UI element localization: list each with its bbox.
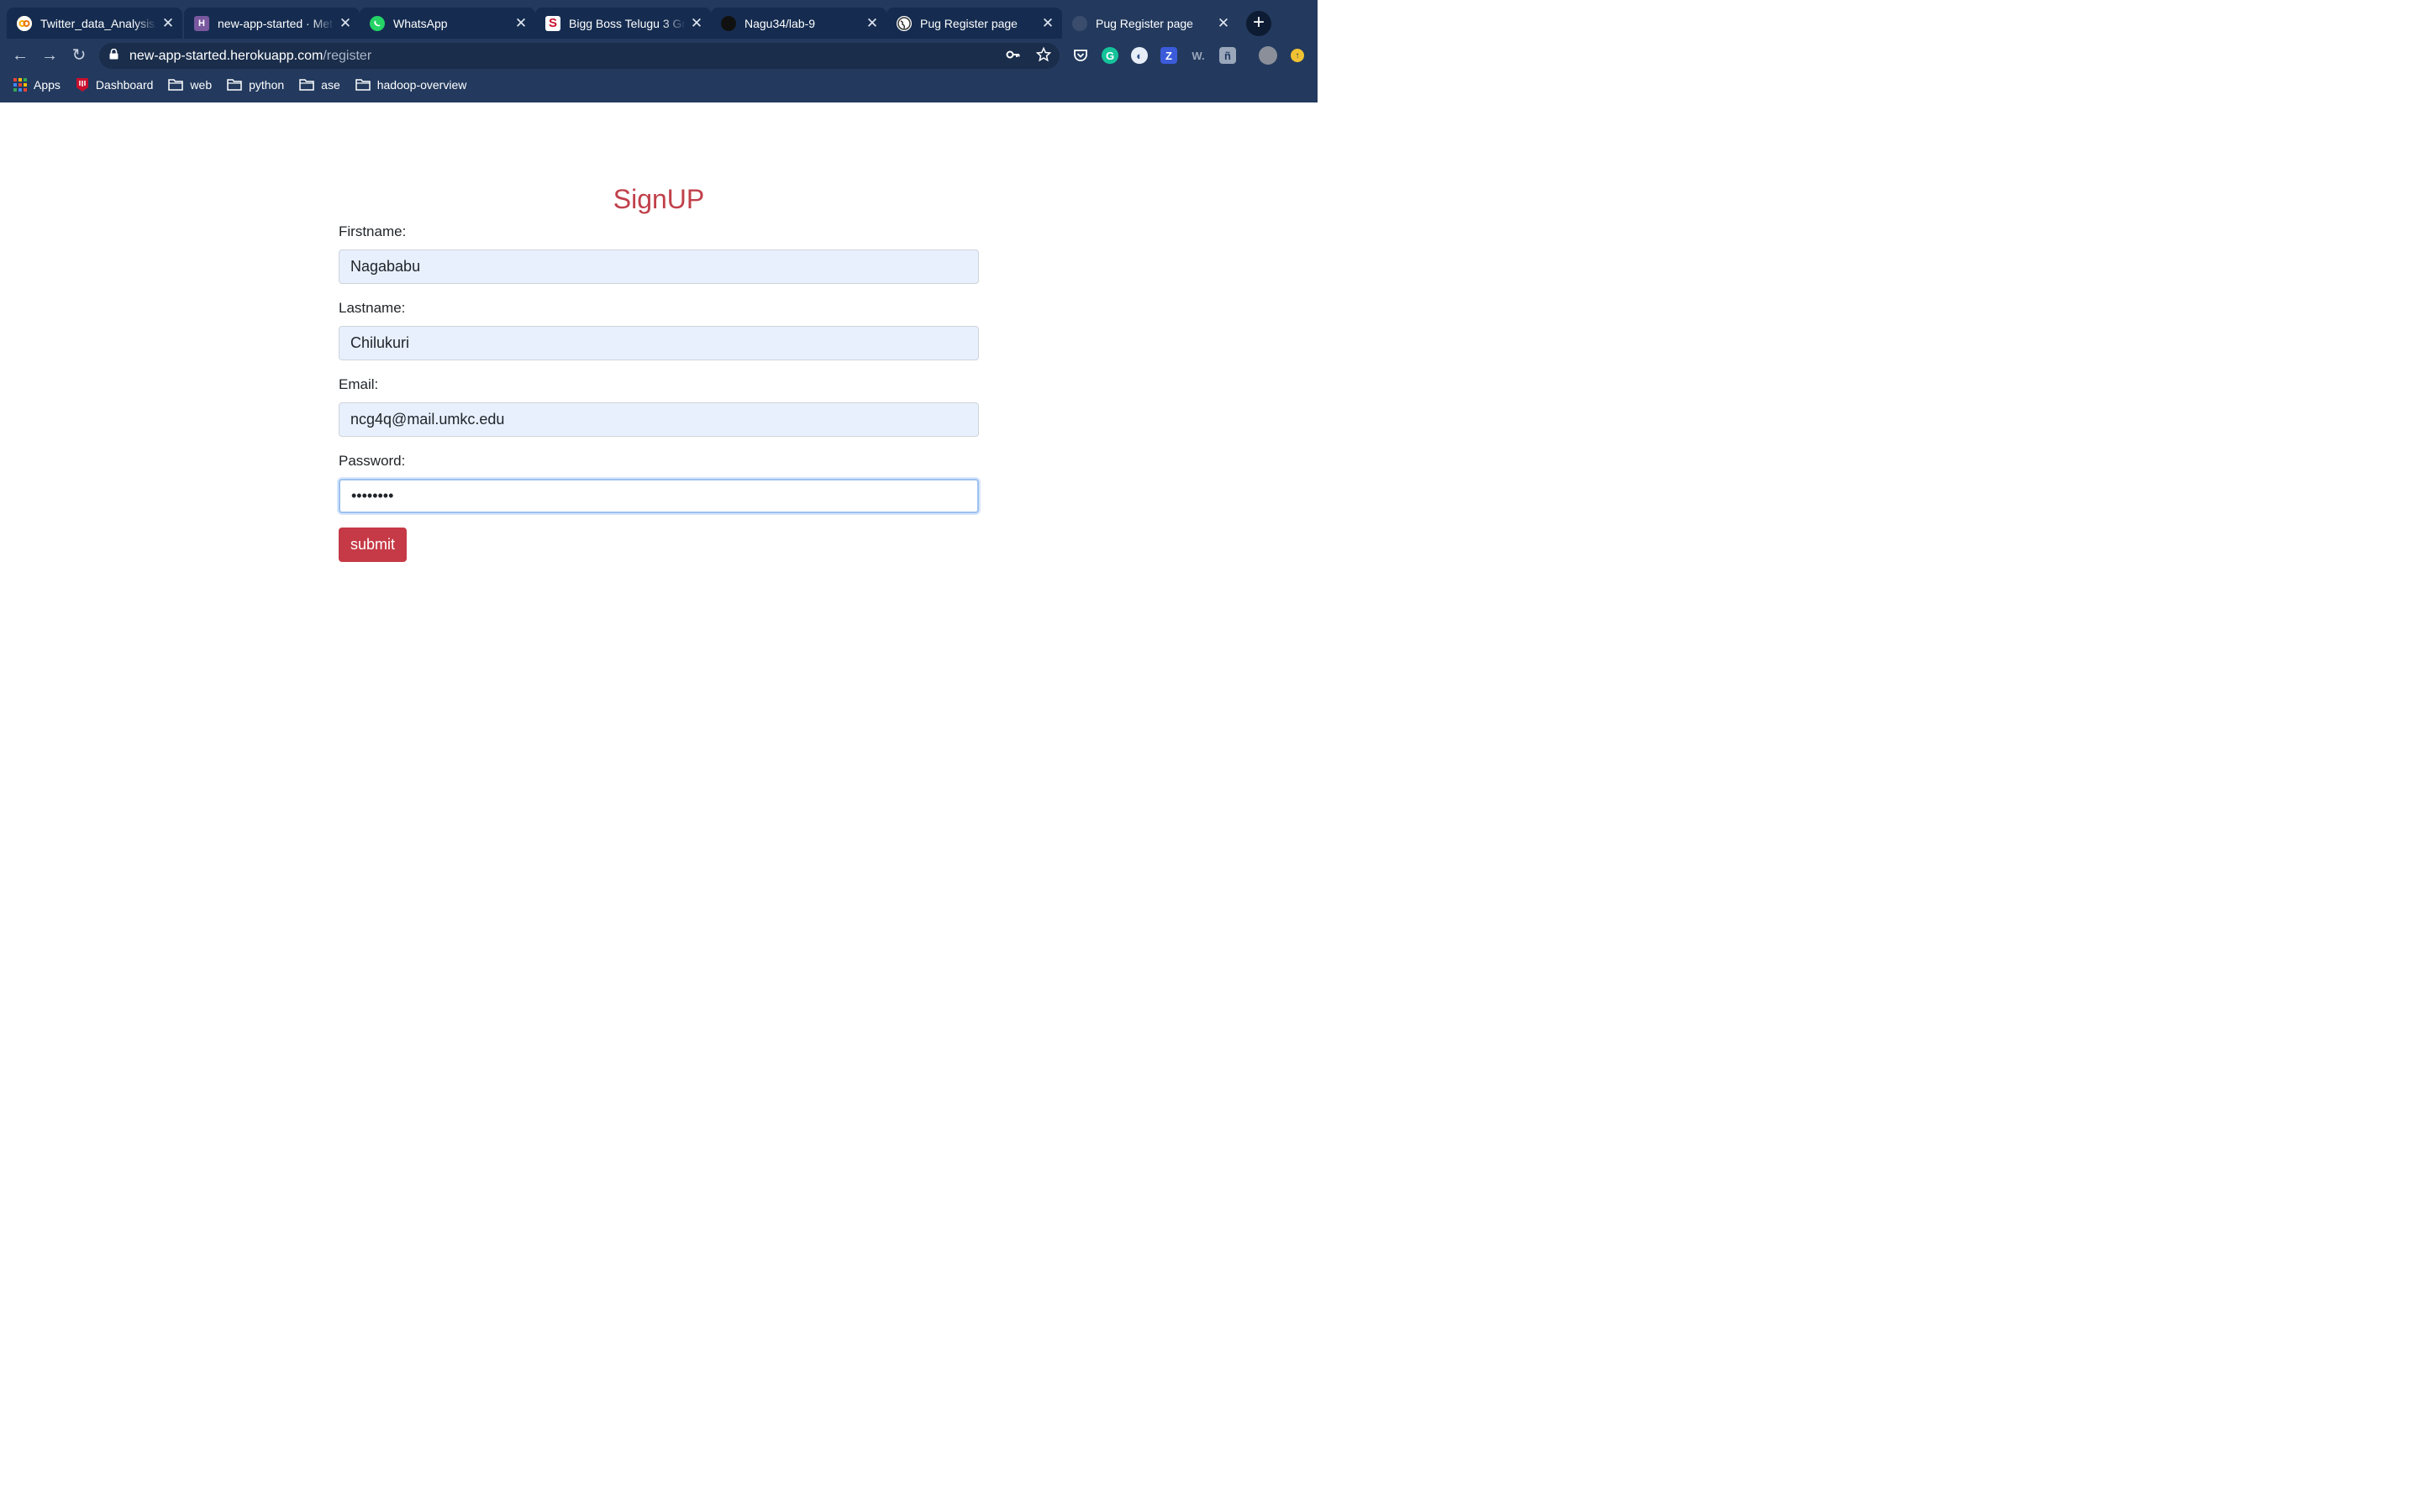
tab-title: Twitter_data_Analysis.i	[40, 16, 157, 30]
globe-icon	[1072, 15, 1087, 31]
email-label: Email:	[339, 376, 379, 392]
close-tab-icon[interactable]: ✕	[689, 15, 704, 32]
password-input[interactable]: ••••••••	[339, 479, 979, 513]
email-group: Email: ncg4q@mail.umkc.edu	[339, 374, 979, 437]
globe-icon	[897, 15, 912, 31]
bookmark-label: web	[190, 78, 213, 92]
grammarly-icon[interactable]: G	[1102, 47, 1118, 64]
folder-icon	[168, 79, 184, 91]
firstname-label: Firstname:	[339, 223, 407, 239]
bookmark-dashboard[interactable]: Dashboard	[76, 77, 154, 92]
password-group: Password: ••••••••	[339, 450, 979, 513]
page-title: SignUP	[613, 184, 705, 214]
key-icon[interactable]	[1006, 47, 1021, 66]
folder-icon	[355, 79, 371, 91]
lastname-label: Lastname:	[339, 300, 406, 316]
reload-icon[interactable]: ↻	[69, 45, 89, 66]
url-host: new-app-started.herokuapp.com	[129, 48, 324, 63]
password-label: Password:	[339, 453, 406, 469]
github-icon	[721, 15, 736, 31]
email-input[interactable]: ncg4q@mail.umkc.edu	[339, 402, 979, 437]
browser-chrome: Twitter_data_Analysis.i ✕ H new-app-star…	[0, 0, 1318, 102]
close-tab-icon[interactable]: ✕	[1040, 15, 1055, 32]
bookmarks-bar: Apps Dashboard web python ase hadoop-ove…	[13, 74, 481, 96]
forward-icon[interactable]: →	[39, 45, 60, 66]
tab-title: Pug Register page	[920, 16, 1018, 30]
close-tab-icon[interactable]: ✕	[513, 15, 529, 32]
back-icon[interactable]: ←	[10, 45, 30, 66]
profile-avatar[interactable]	[1259, 46, 1277, 65]
address-bar[interactable]: new-app-started.herokuapp.com/register	[99, 43, 1060, 69]
zotero-icon[interactable]: Z	[1160, 47, 1177, 64]
tab-pug-register-1[interactable]: Pug Register page ✕	[886, 8, 1062, 39]
tab-bigg-boss[interactable]: S Bigg Boss Telugu 3 Gra ✕	[535, 8, 711, 39]
bookmark-label: hadoop-overview	[376, 78, 467, 92]
bookmark-label: python	[249, 78, 285, 92]
tab-title: new-app-started · Met	[218, 16, 333, 30]
tab-whatsapp[interactable]: WhatsApp ✕	[360, 8, 535, 39]
tab-heroku-app[interactable]: H new-app-started · Met ✕	[184, 8, 360, 39]
bookmark-apps[interactable]: Apps	[13, 78, 60, 92]
tab-twitter-analysis[interactable]: Twitter_data_Analysis.i ✕	[7, 8, 182, 39]
pocket-icon[interactable]	[1072, 47, 1089, 64]
lastname-input[interactable]: Chilukuri	[339, 326, 979, 360]
apps-grid-icon	[13, 78, 27, 92]
firstname-group: Firstname: Nagababu	[339, 221, 979, 284]
bookmark-label: ase	[321, 78, 340, 92]
update-icon[interactable]: ↑	[1291, 49, 1304, 62]
bookmark-folder-ase[interactable]: ase	[299, 78, 340, 92]
extension-icon[interactable]: ñ	[1219, 47, 1236, 64]
bookmark-folder-web[interactable]: web	[168, 78, 212, 92]
close-tab-icon[interactable]: ✕	[338, 15, 353, 32]
new-tab-button[interactable]: +	[1246, 11, 1271, 36]
extension-badge-icon[interactable]: ◐	[1131, 47, 1148, 64]
tab-pug-register-active[interactable]: Pug Register page ✕	[1062, 8, 1238, 39]
tab-title: Bigg Boss Telugu 3 Gra	[569, 16, 686, 30]
colab-icon	[17, 15, 32, 31]
close-tab-icon[interactable]: ✕	[1216, 15, 1231, 32]
tab-title: Nagu34/lab-9	[744, 16, 816, 30]
signup-form: SignUP Firstname: Nagababu Lastname: Chi…	[339, 184, 979, 562]
whatsapp-icon	[370, 15, 385, 31]
heroku-icon: H	[194, 15, 209, 31]
folder-icon	[299, 79, 314, 91]
bookmark-label: Apps	[34, 78, 60, 92]
folder-icon	[227, 79, 242, 91]
close-tab-icon[interactable]: ✕	[865, 15, 880, 32]
dashboard-icon	[76, 77, 89, 92]
firstname-input[interactable]: Nagababu	[339, 249, 979, 284]
tab-title: WhatsApp	[393, 16, 448, 30]
wordtune-icon[interactable]: W.	[1190, 47, 1207, 64]
s-logo-icon: S	[545, 15, 560, 31]
lock-icon	[109, 48, 121, 64]
tab-strip: Twitter_data_Analysis.i ✕ H new-app-star…	[0, 0, 1318, 39]
submit-button[interactable]: submit	[339, 528, 407, 562]
tab-github-lab[interactable]: Nagu34/lab-9 ✕	[711, 8, 886, 39]
tab-title: Pug Register page	[1096, 16, 1193, 30]
bookmark-folder-python[interactable]: python	[227, 78, 284, 92]
lastname-group: Lastname: Chilukuri	[339, 297, 979, 360]
bookmark-label: Dashboard	[95, 78, 154, 92]
url-path: /register	[323, 48, 372, 63]
close-tab-icon[interactable]: ✕	[160, 15, 176, 32]
bookmark-folder-hadoop-overview[interactable]: hadoop-overview	[355, 78, 467, 92]
bookmark-star-icon[interactable]	[1035, 46, 1052, 66]
